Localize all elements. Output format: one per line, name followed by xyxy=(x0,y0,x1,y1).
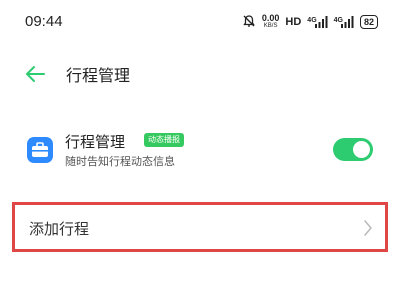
suitcase-icon xyxy=(27,137,53,163)
chevron-right-icon xyxy=(363,219,373,241)
signal-1: 4G xyxy=(307,16,328,28)
hd-label: HD xyxy=(285,16,302,28)
add-schedule-label: 添加行程 xyxy=(29,220,90,238)
setting-description: 随时告知行程动态信息 xyxy=(65,155,175,168)
back-arrow-icon[interactable] xyxy=(24,64,46,84)
battery-indicator: 82 xyxy=(359,15,378,29)
page-title: 行程管理 xyxy=(66,66,131,85)
toggle-knob xyxy=(353,141,370,158)
setting-title: 行程管理 xyxy=(65,133,126,151)
status-icons: 0.00 KB/S HD 4G 4G 82 xyxy=(242,12,378,32)
alarm-muted-icon xyxy=(242,13,256,32)
status-badge: 动态播报 xyxy=(144,133,184,147)
schedule-management-setting: 行程管理 动态播报 随时告知行程动态信息 xyxy=(0,125,400,175)
add-schedule-button[interactable]: 添加行程 xyxy=(12,202,388,252)
network-speed: 0.00 KB/S xyxy=(261,13,280,30)
signal-2: 4G xyxy=(334,16,354,28)
title-bar: 行程管理 xyxy=(0,50,400,98)
schedule-toggle[interactable] xyxy=(333,138,373,161)
status-time: 09:44 xyxy=(25,13,63,30)
status-bar: 09:44 0.00 KB/S HD 4G 4G 82 xyxy=(0,0,400,44)
